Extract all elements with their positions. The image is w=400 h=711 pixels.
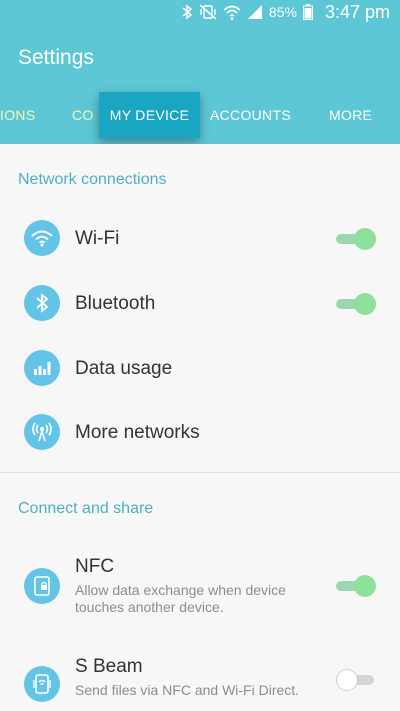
s-beam-toggle[interactable]	[336, 667, 378, 693]
settings-item-data-usage[interactable]: Data usage	[0, 346, 400, 392]
mute-vibrate-icon	[199, 4, 217, 20]
bluetooth-icon	[181, 4, 193, 20]
s-beam-icon	[24, 666, 60, 702]
signal-icon	[247, 4, 263, 20]
bluetooth-toggle[interactable]	[336, 291, 378, 317]
tab-connections-partial[interactable]: CO	[72, 96, 94, 144]
wifi-toggle[interactable]	[336, 226, 378, 252]
settings-item-wifi[interactable]: Wi-Fi	[0, 216, 400, 262]
nfc-icon	[24, 568, 60, 604]
wifi-icon	[24, 220, 60, 256]
settings-item-label: More networks	[75, 422, 200, 443]
settings-item-description: Send files via NFC and Wi-Fi Direct.	[75, 682, 300, 698]
settings-item-label: Bluetooth	[75, 293, 156, 314]
battery-percent: 85%	[268, 4, 297, 20]
status-bar: 85% 3:47 pm	[0, 0, 400, 24]
clock: 3:47 pm	[324, 1, 390, 22]
tab-accounts[interactable]: ACCOUNTS	[210, 96, 291, 144]
settings-item-label: Data usage	[75, 358, 173, 379]
tab-my-device[interactable]: MY DEVICE	[99, 92, 200, 138]
section-header-network: Network connections	[18, 171, 167, 188]
settings-list: Network connections Wi-Fi Bluetooth Data…	[0, 144, 400, 711]
page-title: Settings	[18, 46, 94, 69]
antenna-icon	[24, 414, 60, 450]
settings-item-description: Allow data exchange when device touches …	[75, 582, 286, 615]
settings-item-bluetooth[interactable]: Bluetooth	[0, 281, 400, 327]
settings-item-label: NFC	[75, 556, 115, 577]
section-divider	[0, 472, 400, 473]
section-header-connect-share: Connect and share	[18, 500, 154, 517]
settings-item-nfc[interactable]: NFC Allow data exchange when device touc…	[0, 554, 400, 622]
tab-connections[interactable]: IONS	[0, 96, 35, 144]
app-bar: Settings IONS CO MY DEVICE ACCOUNTS MORE	[0, 24, 400, 144]
nfc-toggle[interactable]	[336, 573, 378, 599]
wifi-icon	[223, 4, 241, 20]
tab-bar: IONS CO MY DEVICE ACCOUNTS MORE	[0, 92, 400, 144]
settings-item-s-beam[interactable]: S Beam Send files via NFC and Wi-Fi Dire…	[0, 654, 400, 711]
settings-item-more-networks[interactable]: More networks	[0, 410, 400, 456]
settings-item-label: Wi-Fi	[75, 228, 120, 249]
tab-more[interactable]: MORE	[329, 96, 372, 144]
status-icons: 85% 3:47 pm	[181, 0, 390, 24]
battery-icon	[302, 4, 313, 20]
bluetooth-icon	[24, 285, 60, 321]
settings-item-label: S Beam	[75, 656, 143, 677]
data-usage-icon	[24, 350, 60, 386]
